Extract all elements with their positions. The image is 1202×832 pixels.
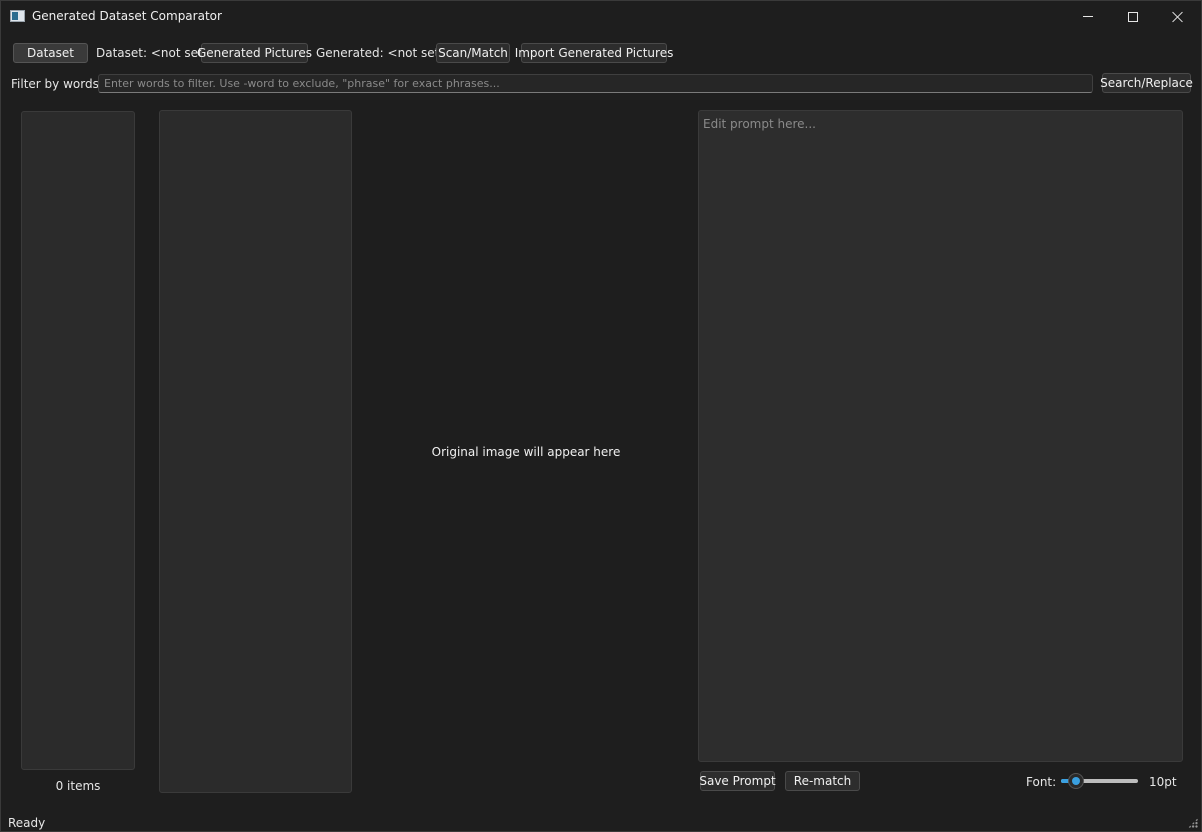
filter-input[interactable] <box>98 74 1093 93</box>
status-bar-text: Ready <box>8 816 46 830</box>
font-size-slider[interactable] <box>1061 773 1138 789</box>
minimize-button[interactable] <box>1065 1 1111 32</box>
close-icon <box>1172 11 1184 23</box>
font-label: Font: <box>1026 775 1057 789</box>
filter-label: Filter by words: <box>11 77 103 91</box>
font-size-value: 10pt <box>1149 775 1177 789</box>
search-replace-button[interactable]: Search/Replace <box>1100 73 1193 93</box>
close-button[interactable] <box>1155 1 1201 32</box>
generated-path-label: Generated: <not set> <box>316 46 450 60</box>
window-title: Generated Dataset Comparator <box>32 9 222 23</box>
prompt-editor[interactable] <box>698 110 1183 762</box>
resize-grip-icon[interactable] <box>1188 818 1198 828</box>
items-count-label: 0 items <box>55 779 101 793</box>
dataset-button[interactable]: Dataset <box>13 43 88 63</box>
title-bar[interactable]: Generated Dataset Comparator <box>1 1 1201 32</box>
import-generated-pictures-button[interactable]: Import Generated Pictures <box>515 43 673 63</box>
app-icon <box>10 10 25 22</box>
rematch-button[interactable]: Re-match <box>785 771 860 791</box>
slider-handle[interactable] <box>1068 773 1085 789</box>
maximize-icon <box>1128 11 1138 22</box>
image-placeholder-text: Original image will appear here <box>431 444 621 459</box>
generated-pictures-button[interactable]: Generated Pictures <box>197 43 312 63</box>
maximize-button[interactable] <box>1110 1 1156 32</box>
dataset-list[interactable] <box>21 111 135 770</box>
save-prompt-button[interactable]: Save Prompt <box>699 771 776 791</box>
minimize-icon <box>1083 16 1093 17</box>
app-window: Generated Dataset Comparator Dataset Dat… <box>0 0 1202 832</box>
generated-pictures-list[interactable] <box>159 110 352 793</box>
dataset-path-label: Dataset: <not set> <box>96 46 213 60</box>
original-image-viewer: Original image will appear here <box>361 110 691 793</box>
scan-match-button[interactable]: Scan/Match <box>436 43 510 63</box>
